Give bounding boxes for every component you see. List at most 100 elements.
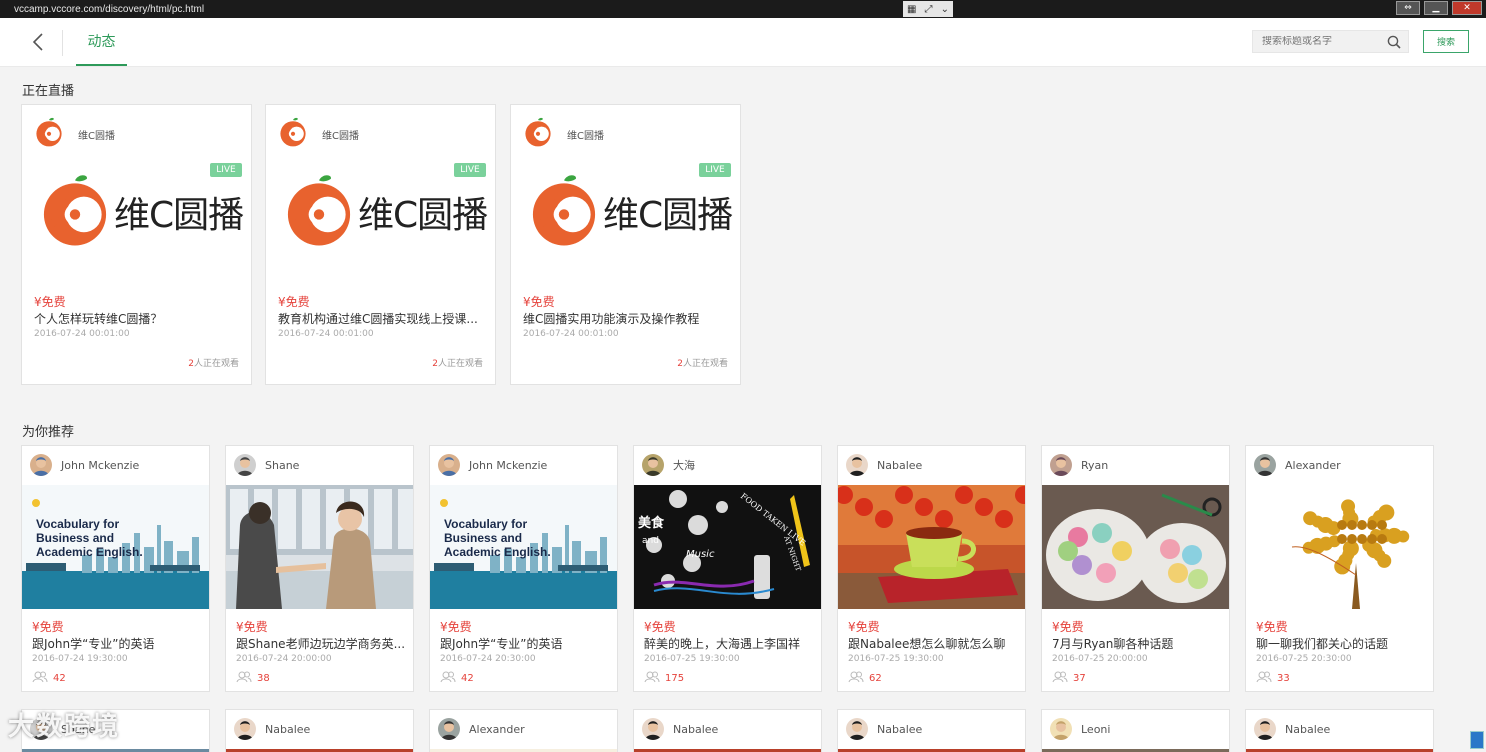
host-name[interactable]: Nabalee [1285, 723, 1330, 736]
participant-count-value: 42 [53, 673, 66, 684]
rec-card[interactable]: Nabalee ¥免费 跟Nabalee想怎么聊就怎么聊 2016-07-25 … [837, 445, 1026, 692]
window-titlebar: vccamp.vccore.com/discovery/html/pc.html… [0, 0, 1486, 18]
avatar[interactable] [1254, 454, 1276, 476]
avatar[interactable] [1050, 718, 1072, 740]
grid-icon[interactable]: ▦ [907, 4, 916, 15]
host-name[interactable]: Nabalee [877, 723, 922, 736]
cover-image[interactable]: 美食 and Music FOOD TAKEN LIVE AT NIGHT [634, 485, 821, 609]
rec-time: 2016-07-25 19:30:00 [848, 654, 944, 664]
participant-count-value: 37 [1073, 673, 1086, 684]
live-title[interactable]: 个人怎样玩转维C圆播？ [34, 310, 244, 327]
window-url: vccamp.vccore.com/discovery/html/pc.html [14, 3, 205, 15]
close-button[interactable]: ✕ [1452, 1, 1482, 15]
avatar[interactable] [438, 454, 460, 476]
avatar[interactable] [30, 454, 52, 476]
avatar[interactable] [1050, 454, 1072, 476]
cover-image[interactable] [1042, 485, 1229, 609]
avatar[interactable] [642, 454, 664, 476]
people-icon [644, 671, 660, 686]
live-card-header: 维C圆播 [34, 117, 115, 151]
avatar[interactable] [234, 454, 256, 476]
participant-count-value: 42 [461, 673, 474, 684]
host-name[interactable]: John Mckenzie [469, 459, 547, 472]
search-input[interactable] [1253, 36, 1381, 47]
host-name[interactable]: Nabalee [265, 723, 310, 736]
rec-card[interactable]: Leoni [1041, 709, 1230, 752]
avatar[interactable] [1254, 718, 1276, 740]
live-title[interactable]: 教育机构通过维C圆播实现线上授课... [278, 310, 488, 327]
avatar[interactable] [234, 718, 256, 740]
rec-title[interactable]: 聊一聊我们都关心的话题 [1256, 635, 1428, 652]
rec-card[interactable]: Shane ¥免费 跟Shane老师边玩边学商务英... 2016-07-24 … [225, 445, 414, 692]
cover-image[interactable] [1246, 485, 1433, 609]
host-name[interactable]: Leoni [1081, 723, 1110, 736]
rec-card-header: Nabalee [846, 718, 922, 740]
rec-card-header: Shane [234, 454, 299, 476]
rec-card[interactable]: 大海 美食 and Music FOOD TAKEN LIVE AT NIGHT… [633, 445, 822, 692]
cover-image[interactable]: Vocabulary for Business and Academic Eng… [22, 485, 209, 609]
price-label: ¥免费 [440, 620, 472, 634]
live-card[interactable]: 维C圆播 LIVE 维C圆播 ¥免费 维C圆播实用功能演示及操作教程 2016-… [510, 104, 741, 385]
rec-card-header: Leoni [1050, 718, 1110, 740]
price-label: ¥免费 [1052, 620, 1084, 634]
host-name[interactable]: Shane [265, 459, 299, 472]
live-card[interactable]: 维C圆播 LIVE 维C圆播 ¥免费 教育机构通过维C圆播实现线上授课... 2… [265, 104, 496, 385]
rec-card[interactable]: Alexander ¥免费 聊一聊我们都关心的话题 2016-07-25 20:… [1245, 445, 1434, 692]
live-card[interactable]: 维C圆播 LIVE 维C圆播 ¥免费 个人怎样玩转维C圆播？ 2016-07-2… [21, 104, 252, 385]
rec-title[interactable]: 跟Nabalee想怎么聊就怎么聊 [848, 635, 1020, 652]
host-name[interactable]: Nabalee [673, 723, 718, 736]
rec-card[interactable]: John Mckenzie Vocabulary for Business an… [21, 445, 210, 692]
fullscreen-icon[interactable]: ⤢ [925, 4, 933, 15]
rec-title[interactable]: 跟Shane老师边玩边学商务英... [236, 635, 408, 652]
rec-card[interactable]: Nabalee [225, 709, 414, 752]
price-label: ¥免费 [236, 620, 268, 634]
tab-dynamic[interactable]: 动态 [76, 18, 127, 66]
cover-logo: 维C圆播 [527, 173, 733, 251]
org-logo-icon [278, 117, 308, 151]
cover-image[interactable] [226, 485, 413, 609]
rec-card-header: Nabalee [234, 718, 310, 740]
host-name[interactable]: John Mckenzie [61, 459, 139, 472]
cover-image[interactable]: Vocabulary for Business and Academic Eng… [430, 485, 617, 609]
rec-title[interactable]: 跟John学“专业”的英语 [32, 635, 204, 652]
minimize-button[interactable]: ▁ [1424, 1, 1448, 15]
avatar[interactable] [438, 718, 460, 740]
participant-count: 33 [1256, 671, 1290, 686]
host-name[interactable]: Alexander [469, 723, 525, 736]
rec-title[interactable]: 跟John学“专业”的英语 [440, 635, 612, 652]
rec-card[interactable]: John Mckenzie Vocabulary for Business an… [429, 445, 618, 692]
rec-card-header: Alexander [1254, 454, 1341, 476]
rec-time: 2016-07-25 20:30:00 [1256, 654, 1352, 664]
rec-card[interactable]: Alexander [429, 709, 618, 752]
rec-card[interactable]: Nabalee [1245, 709, 1434, 752]
back-icon[interactable] [28, 31, 48, 53]
rec-title[interactable]: 醉美的晚上，大海遇上李国祥 [644, 635, 816, 652]
avatar[interactable] [642, 718, 664, 740]
avatar[interactable] [846, 454, 868, 476]
live-card-header: 维C圆播 [523, 117, 604, 151]
price-label: ¥免费 [278, 295, 310, 309]
search-icon[interactable] [1381, 31, 1407, 52]
chevron-down-icon[interactable]: ⌄ [941, 4, 949, 15]
rec-card[interactable]: Nabalee [837, 709, 1026, 752]
restore-button[interactable]: ⇔ [1396, 1, 1420, 15]
price-label: ¥免费 [644, 620, 676, 634]
participant-count: 42 [440, 671, 474, 686]
svg-text:and: and [642, 536, 659, 546]
cover-image[interactable] [838, 485, 1025, 609]
rec-card-header: Nabalee [846, 454, 922, 476]
host-name[interactable]: Ryan [1081, 459, 1108, 472]
rec-card[interactable]: Ryan ¥免费 7月与Ryan聊各种话题 2016-07-25 20:00:0… [1041, 445, 1230, 692]
notification-icon[interactable] [1470, 731, 1484, 749]
live-title[interactable]: 维C圆播实用功能演示及操作教程 [523, 310, 733, 327]
host-name[interactable]: 大海 [673, 457, 695, 473]
participant-count: 175 [644, 671, 684, 686]
host-name[interactable]: Alexander [1285, 459, 1341, 472]
participant-count: 42 [32, 671, 66, 686]
avatar[interactable] [846, 718, 868, 740]
rec-card[interactable]: Nabalee [633, 709, 822, 752]
window-tool-group[interactable]: ▦ ⤢ ⌄ [903, 1, 953, 17]
search-button[interactable]: 搜索 [1423, 30, 1469, 53]
rec-title[interactable]: 7月与Ryan聊各种话题 [1052, 635, 1224, 652]
host-name[interactable]: Nabalee [877, 459, 922, 472]
